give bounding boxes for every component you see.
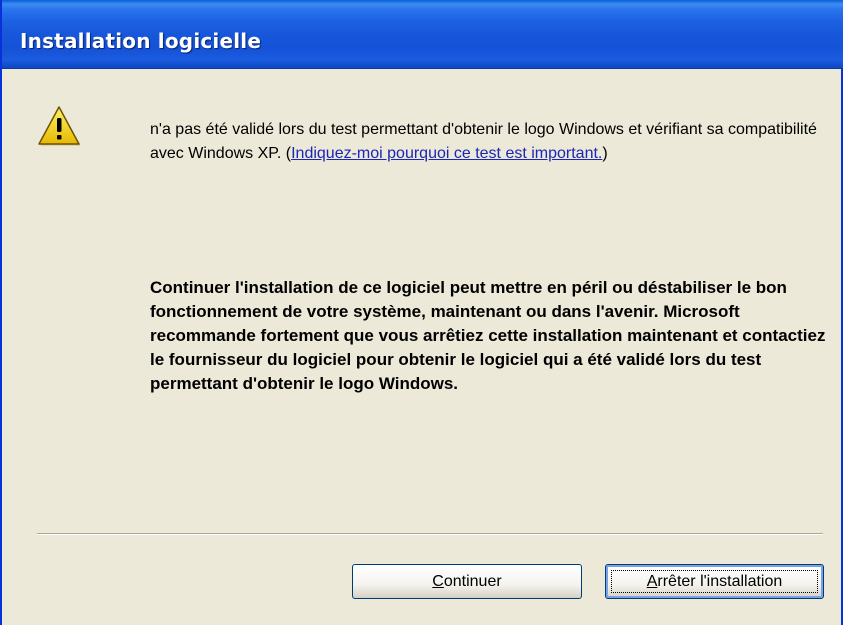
message-close-paren: )	[602, 145, 608, 162]
warning-text: Continuer l'installation de ce logiciel …	[150, 278, 826, 393]
window-title: Installation logicielle	[20, 29, 262, 53]
why-important-link[interactable]: Indiquez-moi pourquoi ce test est import…	[291, 145, 602, 162]
stop-installation-button[interactable]: Arrêter l'installation	[605, 564, 824, 599]
title-bar[interactable]: Installation logicielle	[2, 0, 843, 69]
continue-accelerator: C	[432, 573, 444, 590]
separator	[37, 533, 823, 535]
stop-accelerator: A	[646, 573, 658, 590]
dialog-window: Installation logicielle n'a pas été vali…	[0, 0, 843, 625]
continue-button[interactable]: Continuer	[352, 564, 582, 599]
message-text: n'a pas été validé lors du test permetta…	[150, 118, 826, 166]
continue-label: ontinuer	[443, 573, 502, 590]
warning-icon	[38, 106, 81, 146]
stop-label: rrêter l'installation	[657, 573, 783, 590]
